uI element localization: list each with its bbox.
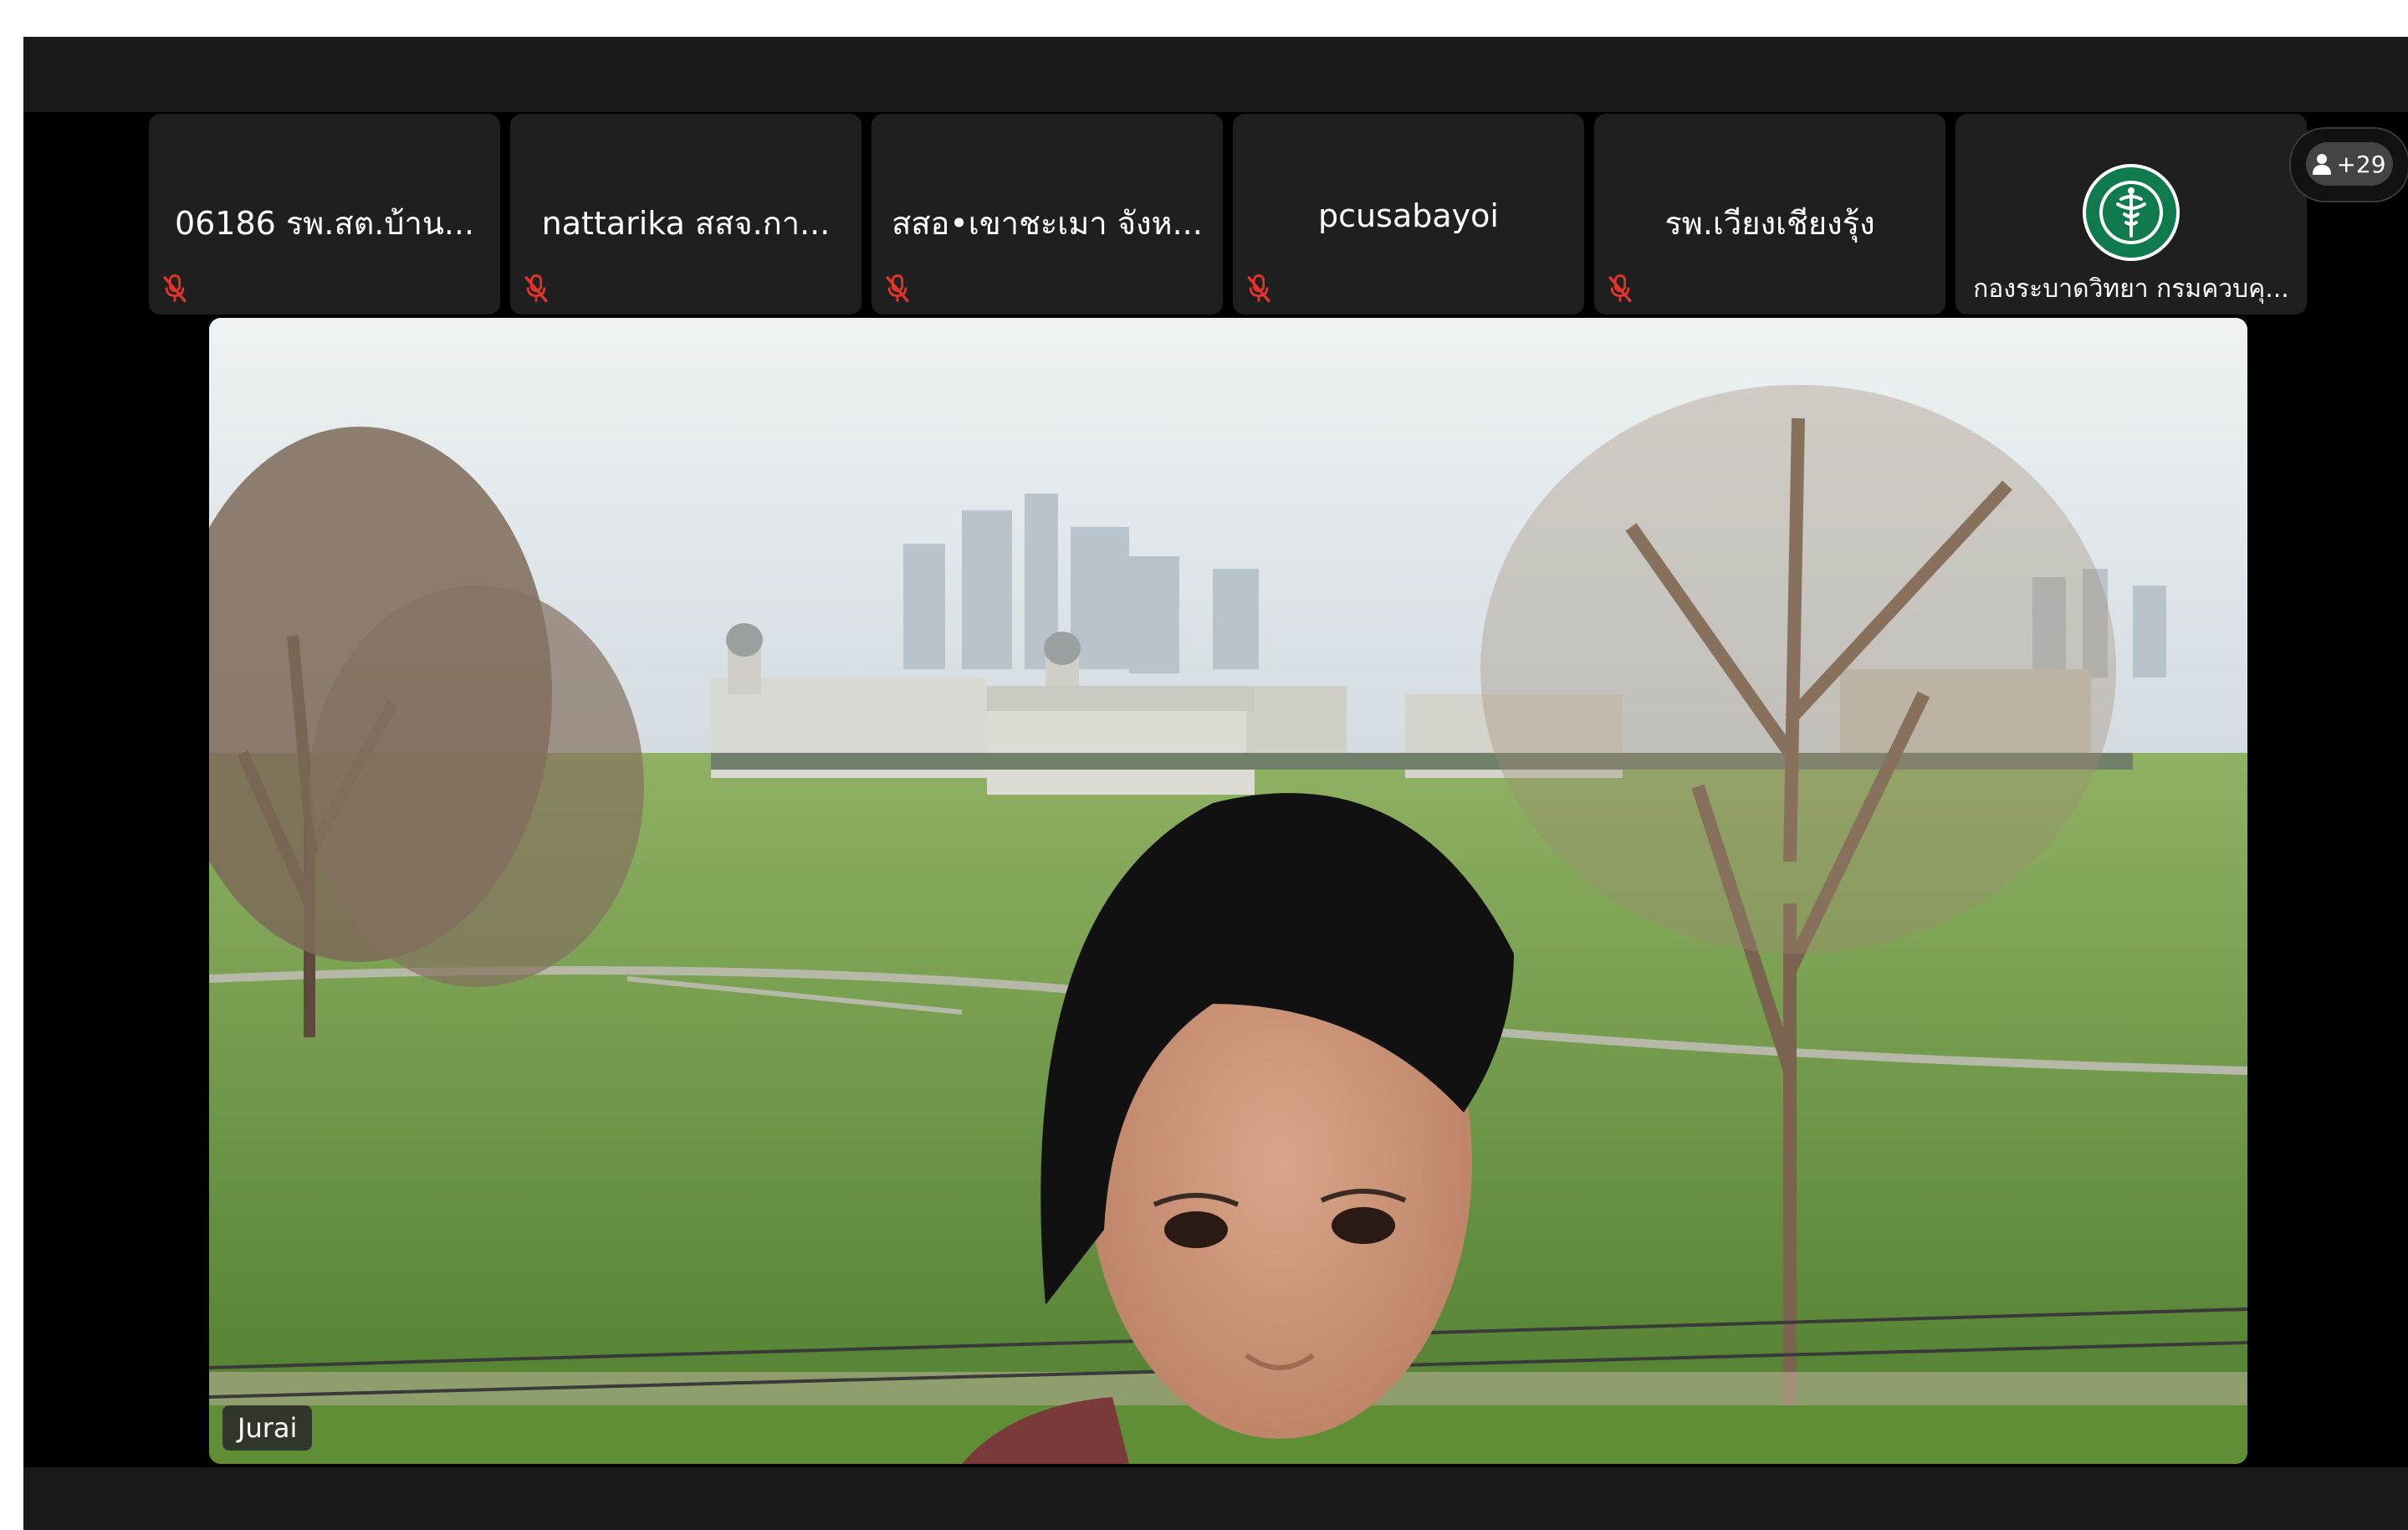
- more-participants-badge: +29: [2306, 142, 2393, 186]
- participant-name: สสอ•เขาชะเมา จังห...: [892, 205, 1203, 242]
- bottom-bar: [23, 1467, 2408, 1530]
- participant-tile[interactable]: รพ.เวียงเชียงรุ้ง: [1594, 114, 1945, 315]
- participant-name: 06186 รพ.สต.บ้าน...: [174, 205, 475, 242]
- video-frame-image: [209, 318, 2247, 1464]
- participant-tile[interactable]: 06186 รพ.สต.บ้าน...: [149, 114, 500, 315]
- meeting-window: 06186 รพ.สต.บ้าน... nattarika สสจ.กา... …: [23, 37, 2408, 1530]
- mic-off-icon: [1246, 274, 1271, 303]
- mic-off-icon: [1608, 274, 1633, 303]
- department-logo-avatar: [2083, 164, 2180, 261]
- participant-name: nattarika สสจ.กา...: [541, 205, 831, 242]
- top-bar: [23, 37, 2408, 112]
- speaker-name-tag: Jurai: [222, 1405, 313, 1451]
- mic-off-icon: [524, 274, 549, 303]
- participant-tile[interactable]: pcusabayoi: [1233, 114, 1584, 315]
- mic-off-icon: [885, 274, 910, 303]
- participant-name: pcusabayoi: [1318, 197, 1499, 234]
- more-participants-button[interactable]: +29: [2289, 127, 2408, 202]
- participant-name: รพ.เวียงเชียงรุ้ง: [1664, 205, 1875, 242]
- participant-strip: 06186 รพ.สต.บ้าน... nattarika สสจ.กา... …: [23, 114, 2408, 315]
- active-speaker-video[interactable]: Jurai: [209, 318, 2247, 1464]
- participant-name: กองระบาดวิทยา กรมควบคุ...: [1973, 274, 2289, 304]
- participant-tile[interactable]: กองระบาดวิทยา กรมควบคุ...: [1956, 114, 2307, 315]
- person-icon: [2313, 154, 2332, 175]
- mic-off-icon: [162, 274, 187, 303]
- more-participants-count: +29: [2336, 150, 2386, 178]
- participant-tile[interactable]: nattarika สสจ.กา...: [510, 114, 861, 315]
- participant-tile[interactable]: สสอ•เขาชะเมา จังห...: [872, 114, 1223, 315]
